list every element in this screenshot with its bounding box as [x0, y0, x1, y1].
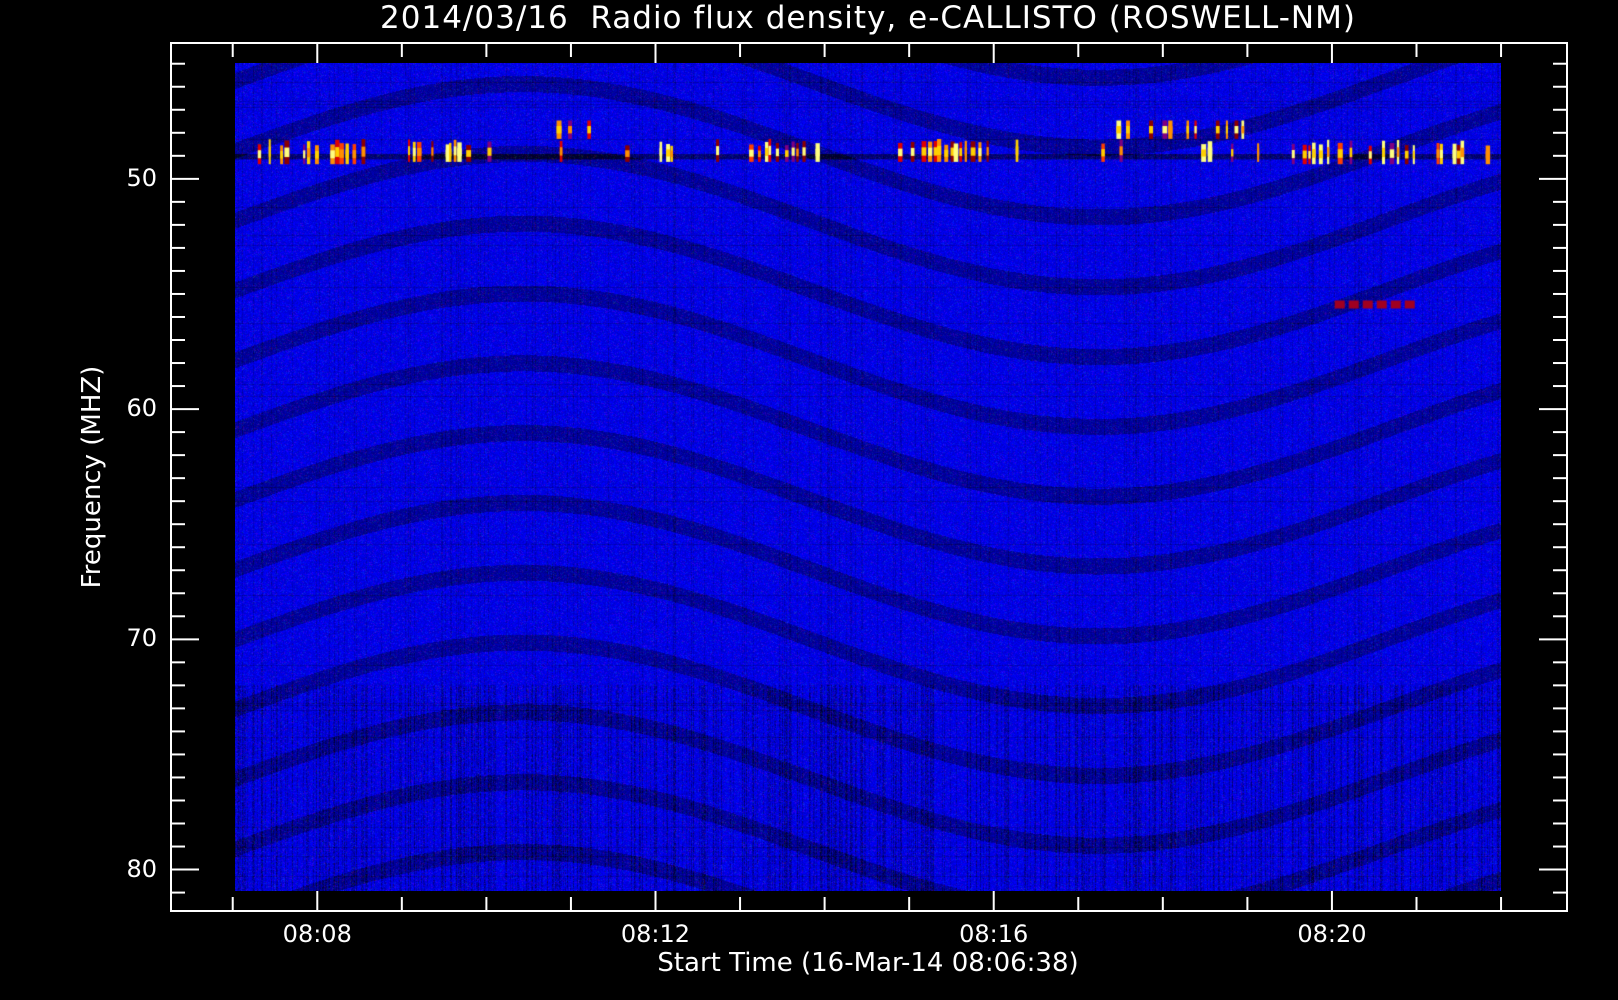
y-axis-title: Frequency (MHZ) — [77, 365, 107, 589]
y-tick-label: 70 — [126, 624, 157, 653]
x-tick-label: 08:20 — [1297, 920, 1367, 948]
x-tick-label: 08:08 — [282, 920, 352, 948]
x-axis-title: Start Time (16-Mar-14 08:06:38) — [657, 948, 1079, 978]
y-tick-label: 80 — [126, 854, 157, 883]
spectrogram-heatmap — [235, 63, 1501, 891]
y-tick-label: 50 — [126, 163, 157, 192]
x-tick-label: 08:16 — [959, 920, 1029, 948]
x-tick-label: 08:12 — [620, 920, 691, 948]
